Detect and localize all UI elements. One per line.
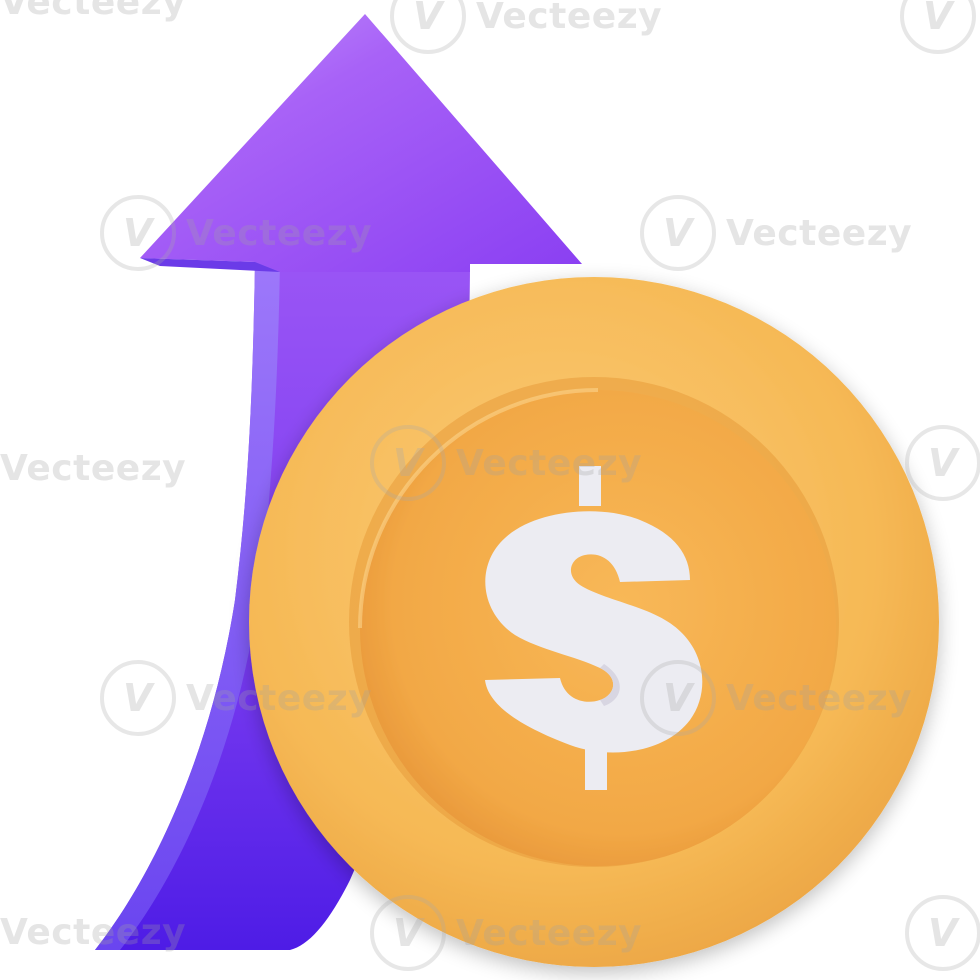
growth-illustration <box>95 14 939 967</box>
arrow-head <box>140 14 582 272</box>
illustration-canvas: Vecteezy V Vecteezy V V Vecteezy V Vecte… <box>0 0 980 980</box>
